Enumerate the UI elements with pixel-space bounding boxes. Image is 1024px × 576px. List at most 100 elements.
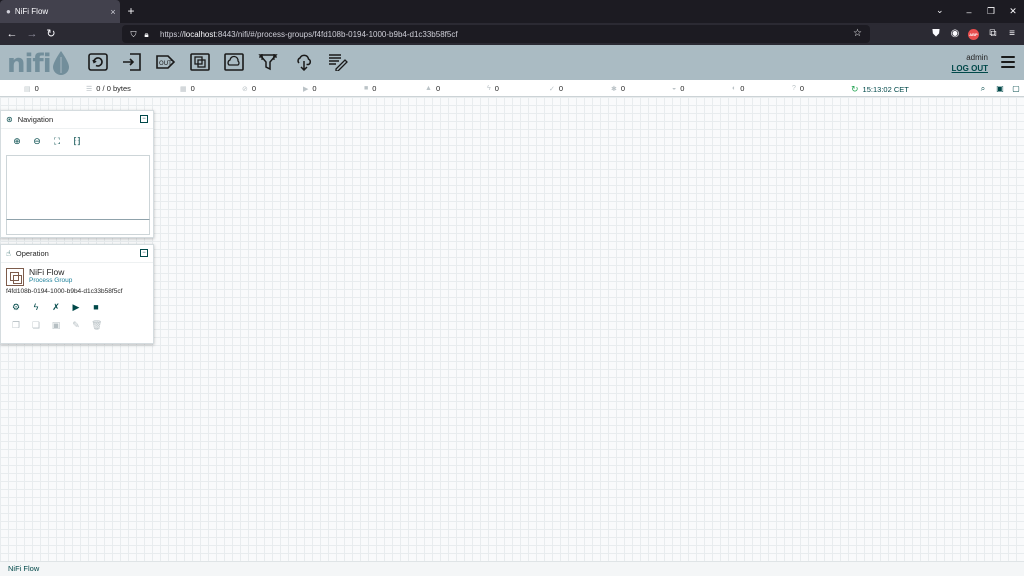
current-user: admin — [966, 53, 988, 62]
sync-failure-icon: ? — [792, 85, 796, 92]
locally-modified-icon: ✱ — [611, 85, 617, 93]
forward-icon[interactable]: → — [24, 26, 40, 42]
stat-disabled: ϟ0 — [487, 84, 499, 93]
operation-actions-row-1: ⚙ ϟ ✗ ▶ ■ — [1, 301, 153, 313]
new-tab-button[interactable]: + — [124, 4, 138, 18]
output-port-icon: OUT — [156, 55, 176, 69]
url-text[interactable]: https://localhost:8443/nifi/#/process-gr… — [160, 30, 458, 39]
process-group-icon — [190, 53, 210, 71]
adblock-icon[interactable]: ABP — [968, 29, 979, 40]
bulletin-board-icon[interactable]: ▣ — [994, 83, 1006, 94]
refresh-icon[interactable]: ↻ — [851, 84, 859, 95]
stat-locally-modified: ✱ 0 — [611, 84, 626, 93]
start-play-icon[interactable]: ▶ — [71, 301, 81, 313]
collapse-operation-icon[interactable]: − — [140, 249, 148, 257]
invalid-icon: ▲ — [425, 85, 432, 92]
color-brush-icon[interactable]: ✎ — [71, 319, 81, 331]
stat-active-threads: ▤ 0 — [24, 84, 39, 93]
running-icon: ▶ — [303, 85, 309, 93]
stat-locally-modified-stale: ◐ 0 — [732, 84, 745, 93]
compass-icon: ⊛ — [6, 115, 13, 124]
delete-trash-icon[interactable]: 🗑︎ — [91, 319, 102, 331]
navigation-title: Navigation — [17, 115, 54, 124]
operation-header[interactable]: ☝ Operation − — [1, 245, 153, 263]
browser-navbar: ← → ↻ ⛉ 🔒︎ https://localhost:8443/nifi/#… — [0, 23, 1024, 45]
zoom-in-icon[interactable]: ⊕ — [11, 135, 23, 147]
stat-last-refreshed[interactable]: ↻ 15:13:02 CET — [851, 84, 909, 95]
account-icon[interactable]: ◉ — [947, 26, 963, 42]
operation-title: Operation — [15, 249, 49, 258]
tab-title: NiFi Flow — [14, 7, 49, 16]
nifi-drop-icon — [52, 51, 69, 75]
funnel-icon — [258, 54, 278, 71]
close-window-icon[interactable]: ✕ — [1002, 6, 1024, 17]
global-menu-icon[interactable] — [1001, 56, 1015, 68]
selection-type: Process Group — [29, 277, 73, 284]
group-icon[interactable]: ▣ — [51, 319, 61, 331]
lock-icon[interactable]: 🔒︎ — [141, 29, 152, 40]
minimize-icon[interactable]: – — [958, 7, 980, 17]
breadcrumb-root-link[interactable]: NiFi Flow — [8, 564, 39, 573]
back-icon[interactable]: ← — [4, 26, 20, 42]
navigation-header[interactable]: ⊛ Navigation − — [1, 111, 153, 129]
tab-close-icon[interactable]: × — [106, 7, 120, 17]
stop-icon[interactable]: ■ — [91, 301, 101, 313]
operation-palette: ☝ Operation − NiFi Flow Process Group f4… — [0, 244, 154, 344]
disabled-icon: ϟ — [487, 85, 491, 92]
operation-selection: NiFi Flow Process Group f4fd108b-0194-10… — [1, 263, 153, 295]
processor-button[interactable] — [87, 52, 109, 72]
disable-icon[interactable]: ✗ — [51, 301, 61, 313]
zoom-out-icon[interactable]: ⊖ — [31, 135, 43, 147]
restore-icon[interactable]: ❐ — [980, 6, 1002, 17]
logout-link[interactable]: LOG OUT — [952, 64, 988, 73]
configure-gear-icon[interactable]: ⚙ — [11, 301, 21, 313]
tab-favicon-icon: ● — [6, 7, 11, 16]
stat-queued: ☰ 0 / 0 bytes — [86, 84, 131, 93]
reload-icon[interactable]: ↻ — [43, 26, 59, 42]
list-tabs-icon[interactable]: ⌄ — [936, 5, 944, 16]
label-icon — [329, 54, 348, 71]
copy-icon[interactable]: ❐ — [11, 319, 21, 331]
extensions-icon[interactable]: ⧉ — [985, 26, 1001, 42]
bulletin-icon[interactable]: ▢ — [1010, 83, 1022, 94]
browser-tab[interactable]: ● NiFi Flow × — [0, 0, 120, 23]
input-port-icon — [123, 53, 141, 71]
queued-icon: ☰ — [86, 85, 93, 93]
label-button[interactable] — [327, 52, 349, 72]
selection-name: NiFi Flow — [29, 267, 65, 277]
url-bar[interactable]: ⛉ 🔒︎ https://localhost:8443/nifi/#/proce… — [122, 25, 870, 43]
stat-invalid: ▲ 0 — [425, 84, 441, 93]
selection-id: f4fd108b-0194-1000-b9b4-d1c33b58f5cf — [6, 288, 123, 295]
stat-sync-failure: ? 0 — [792, 84, 805, 93]
birdseye-view[interactable] — [6, 155, 150, 221]
actual-size-icon[interactable]: ⁅⁆ — [71, 135, 83, 147]
window-controls: – ❐ ✕ — [958, 0, 1024, 23]
not-transmitting-icon: ⊘ — [242, 85, 248, 93]
flow-status-bar: ▤ 0 ☰ 0 / 0 bytes ▦ 0 ⊘ 0 ▶ 0 ■ 0 ▲ 0 ϟ0 ✓ 0 ✱ 0 … — [0, 80, 1024, 97]
process-group-button[interactable] — [189, 52, 211, 72]
app-menu-icon[interactable]: ≡ — [1004, 26, 1020, 42]
operation-actions-row-2: ❐ ❏ ▣ ✎ 🗑︎ — [1, 319, 153, 331]
output-port-button[interactable]: OUT — [155, 52, 177, 72]
user-area: admin LOG OUT — [952, 53, 988, 73]
process-group-icon — [6, 268, 24, 286]
remote-process-group-button[interactable] — [223, 52, 245, 72]
hand-pointer-icon: ☝ — [6, 249, 11, 258]
fit-screen-icon[interactable]: ⛶ — [51, 135, 63, 147]
bookmark-star-icon[interactable]: ☆ — [853, 28, 862, 39]
collapse-navigation-icon[interactable]: − — [140, 115, 148, 123]
stopped-icon: ■ — [364, 85, 369, 92]
shield-icon[interactable]: ⛉ — [128, 29, 139, 40]
input-port-button[interactable] — [121, 52, 143, 72]
paste-icon[interactable]: ❏ — [31, 319, 41, 331]
enable-bolt-icon[interactable]: ϟ — [31, 301, 41, 313]
funnel-button[interactable] — [257, 52, 279, 72]
search-icon[interactable]: ⌕ — [977, 83, 989, 94]
template-button[interactable] — [293, 52, 315, 72]
stat-transmitting: ▦ 0 — [180, 84, 195, 93]
stat-not-transmitting: ⊘ 0 — [242, 84, 257, 93]
stale-icon: ◒ — [672, 85, 677, 92]
remote-process-group-icon — [224, 53, 244, 71]
stat-up-to-date: ✓ 0 — [549, 84, 564, 93]
pocket-icon[interactable]: ⛊ — [928, 26, 944, 42]
